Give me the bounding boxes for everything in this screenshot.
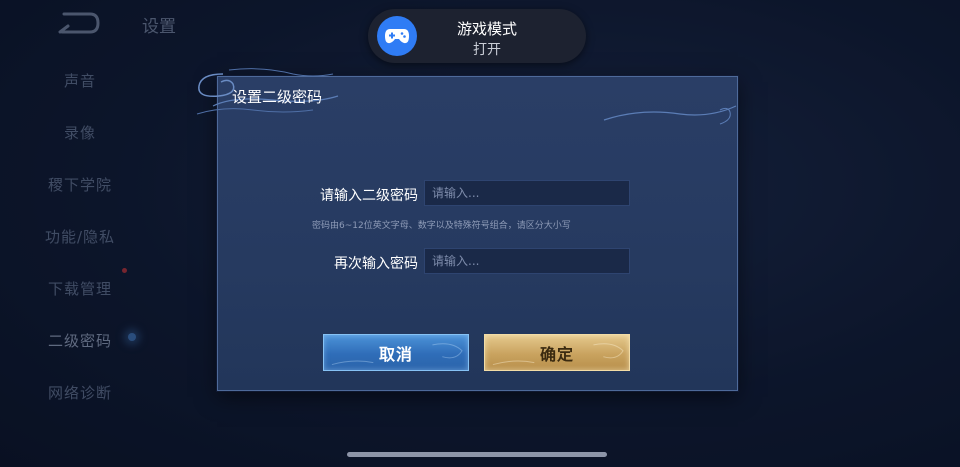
toast-status: 打开 <box>473 42 501 58</box>
password-label: 请输入二级密码 <box>320 188 418 204</box>
gamepad-icon <box>377 16 417 56</box>
cloud-ornament-right-icon <box>603 105 737 125</box>
game-mode-toast[interactable]: 游戏模式 打开 <box>368 9 586 63</box>
password-input[interactable] <box>424 180 630 206</box>
confirm-password-label: 再次输入密码 <box>334 256 418 272</box>
toast-title: 游戏模式 <box>456 20 517 38</box>
dialog-title: 设置二级密码 <box>232 88 323 106</box>
password-hint: 密码由6~12位英文字母、数字以及特殊符号组合，请区分大小写 <box>312 221 571 231</box>
confirm-button-label: 确定 <box>539 344 574 364</box>
confirm-password-input[interactable] <box>424 248 630 274</box>
confirm-button[interactable]: 确定 <box>484 334 630 371</box>
home-indicator[interactable] <box>347 452 607 457</box>
cancel-button[interactable]: 取消 <box>323 334 469 371</box>
cancel-button-label: 取消 <box>378 344 413 364</box>
